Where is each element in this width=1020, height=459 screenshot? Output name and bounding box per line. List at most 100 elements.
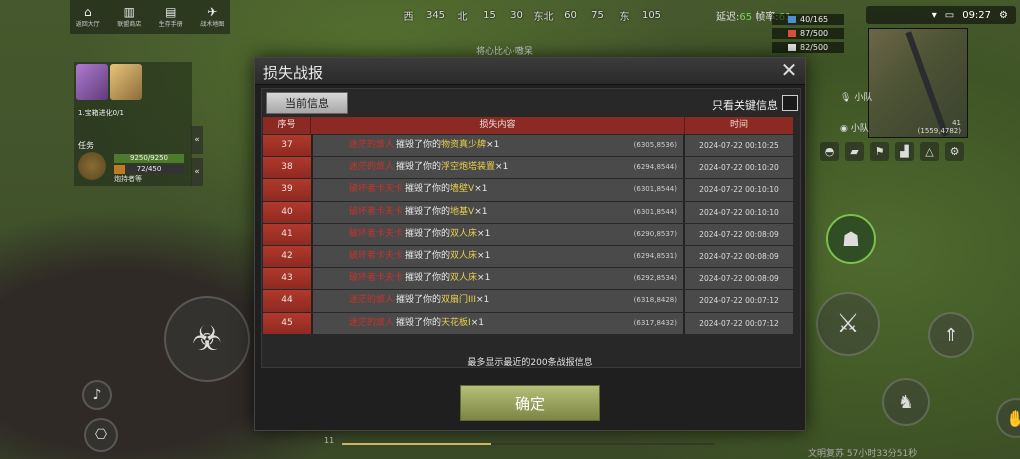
table-row: 42 破坏者卡夫卡 摧毁了你的 双人床 ×1 (6294,8531) 2024-… bbox=[263, 245, 793, 268]
item-name: 双人床 bbox=[450, 273, 478, 284]
jump-button[interactable]: ⇑ bbox=[928, 312, 974, 358]
row-number: 45 bbox=[263, 312, 311, 334]
row-coordinates[interactable]: (6318,8428) bbox=[634, 290, 677, 311]
bandage-icon[interactable]: ▰ bbox=[845, 142, 864, 161]
row-content: 破坏者卡夫卡 摧毁了你的 双人床 ×1 (6294,8531) bbox=[311, 245, 683, 268]
row-number: 38 bbox=[263, 157, 311, 179]
quick-icons-row: ◓ ▰ ⚑ ▟ △ ⚙ bbox=[820, 142, 970, 161]
item-name: 物资真少牌 bbox=[441, 140, 487, 151]
attacker-name[interactable]: 破坏者卡夫卡 bbox=[349, 202, 403, 223]
attacker-name[interactable]: 破坏者卡夫卡 bbox=[349, 224, 403, 245]
collapse-arrow-icon-2[interactable]: « bbox=[191, 158, 203, 186]
close-icon[interactable]: ✕ bbox=[779, 60, 799, 81]
manual-button[interactable]: ▤ 生存手册 bbox=[153, 0, 189, 34]
item-count: ×1 bbox=[470, 317, 484, 328]
key-only-filter[interactable]: 只看关键信息 bbox=[640, 89, 800, 115]
row-coordinates[interactable]: (6305,8536) bbox=[634, 135, 677, 156]
jump-icon: ⇑ bbox=[943, 324, 959, 346]
collapse-arrow-icon[interactable]: « bbox=[191, 126, 203, 154]
row-coordinates[interactable]: (6290,8537) bbox=[634, 224, 677, 245]
table-row: 41 破坏者卡夫卡 摧毁了你的 双人床 ×1 (6290,8537) 2024-… bbox=[263, 223, 793, 245]
column-header-content: 损失内容 bbox=[311, 117, 685, 134]
task-label: 任务 bbox=[78, 141, 94, 150]
teammate-avatar[interactable] bbox=[110, 64, 142, 100]
row-verb: 摧毁了你的 bbox=[405, 206, 451, 217]
row-verb: 摧毁了你的 bbox=[405, 228, 451, 239]
task-title: 1.宝箱进化0/1 bbox=[78, 109, 124, 117]
item-count: ×1 bbox=[474, 206, 488, 217]
home-button[interactable]: ⌂ 返回大厅 bbox=[70, 0, 106, 34]
row-coordinates[interactable]: (6301,8544) bbox=[634, 202, 677, 223]
gear-icon[interactable]: ⚙ bbox=[945, 142, 964, 161]
whistle-button[interactable]: ♪ bbox=[82, 380, 112, 410]
row-coordinates[interactable]: (6317,8432) bbox=[634, 313, 677, 334]
compass-bar: 西 345 北 15 30 东北 60 75 东 105 bbox=[403, 9, 662, 23]
attacker-name[interactable]: 迷茫的旅人 bbox=[349, 157, 394, 178]
row-time: 2024-07-22 00:10:20 bbox=[683, 157, 793, 179]
mask-icon[interactable]: ◓ bbox=[820, 142, 839, 161]
team-icon: ◉ bbox=[840, 124, 848, 134]
map-scroll-button[interactable]: ⎔ bbox=[84, 418, 118, 452]
warning-icon[interactable]: △ bbox=[920, 142, 939, 161]
settings-icon[interactable]: ⚙ bbox=[999, 10, 1008, 21]
crawl-button[interactable]: ☗ bbox=[826, 214, 876, 264]
building-icon[interactable]: ▟ bbox=[895, 142, 914, 161]
task-subtitle: 炮持者等 bbox=[114, 175, 142, 183]
item-count: ×1 bbox=[477, 228, 491, 239]
table-body[interactable]: 37 迷茫的旅人 摧毁了你的 物资真少牌 ×1 (6305,8536) 2024… bbox=[263, 135, 793, 337]
confirm-button[interactable]: 确定 bbox=[460, 385, 600, 421]
level-text: 11 bbox=[324, 436, 335, 445]
row-verb: 摧毁了你的 bbox=[405, 273, 451, 284]
row-coordinates[interactable]: (6292,8534) bbox=[634, 268, 677, 289]
crouch-icon: ♞ bbox=[897, 391, 915, 413]
attacker-name[interactable]: 破坏者卡夫卡 bbox=[349, 179, 403, 200]
attacker-name[interactable]: 破坏者卡夫卡 bbox=[349, 268, 403, 289]
shop-button[interactable]: ▥ 联盟商店 bbox=[112, 0, 148, 34]
key-only-checkbox[interactable] bbox=[782, 95, 798, 111]
row-time: 2024-07-22 00:10:25 bbox=[683, 135, 793, 157]
home-icon: ⌂ bbox=[83, 5, 92, 19]
item-name: 天花板I bbox=[441, 317, 471, 328]
top-hud-bar: ⌂ 返回大厅 ▥ 联盟商店 ▤ 生存手册 ✈ 战术地图 bbox=[70, 0, 230, 34]
row-time: 2024-07-22 00:08:09 bbox=[683, 268, 793, 290]
attacker-name[interactable]: 迷茫的旅人 bbox=[349, 313, 394, 334]
row-content: 破坏者卡夫卡 摧毁了你的 墙壁V ×1 (6301,8544) bbox=[311, 179, 683, 201]
biohazard-joystick[interactable]: ☣ bbox=[164, 296, 250, 382]
row-number: 42 bbox=[263, 245, 311, 268]
row-content: 破坏者卡夫卡 摧毁了你的 双人床 ×1 (6290,8537) bbox=[311, 223, 683, 245]
team-button[interactable]: ◉ 小队 bbox=[840, 121, 872, 134]
item-count: ×1 bbox=[486, 140, 500, 151]
attacker-name[interactable]: 破坏者卡夫卡 bbox=[349, 246, 403, 267]
task-icon[interactable] bbox=[78, 152, 106, 180]
attack-button[interactable]: ⚔ bbox=[816, 292, 880, 356]
flag-icon[interactable]: ⚑ bbox=[870, 142, 889, 161]
attacker-name[interactable]: 迷茫的旅人 bbox=[349, 290, 394, 311]
tab-current-info[interactable]: 当前信息 bbox=[266, 92, 348, 114]
item-count: ×1 bbox=[495, 162, 509, 173]
player-avatar[interactable] bbox=[76, 64, 108, 100]
row-content: 破坏者卡夫卡 摧毁了你的 双人床 ×1 (6292,8534) bbox=[311, 268, 683, 290]
table-row: 45 迷茫的旅人 摧毁了你的 天花板I ×1 (6317,8432) 2024-… bbox=[263, 312, 793, 334]
row-time: 2024-07-22 00:08:09 bbox=[683, 245, 793, 268]
shop-icon: ▥ bbox=[123, 5, 135, 19]
minimap[interactable]: 41 (1559,4782) bbox=[868, 28, 968, 138]
voice-button[interactable]: 🎙 小队 bbox=[840, 90, 872, 103]
row-content: 迷茫的旅人 摧毁了你的 双扇门III ×1 (6318,8428) bbox=[311, 290, 683, 312]
row-coordinates[interactable]: (6294,8544) bbox=[634, 157, 677, 178]
map-icon: ✈ bbox=[207, 5, 218, 19]
attacker-name[interactable]: 迷茫的旅人 bbox=[349, 135, 394, 156]
row-time: 2024-07-22 00:08:09 bbox=[683, 223, 793, 245]
energy-bar: 82/500 bbox=[772, 42, 844, 53]
row-number: 41 bbox=[263, 223, 311, 245]
crouch-button[interactable]: ♞ bbox=[882, 378, 930, 426]
item-count: ×1 bbox=[477, 273, 491, 284]
map-button[interactable]: ✈ 战术地图 bbox=[195, 0, 231, 34]
row-coordinates[interactable]: (6294,8531) bbox=[634, 246, 677, 267]
knife-icon: ⚔ bbox=[836, 309, 860, 339]
microphone-icon: 🎙 bbox=[840, 93, 852, 103]
dialog-header: 损失战报 ✕ bbox=[255, 58, 805, 85]
row-coordinates[interactable]: (6301,8544) bbox=[634, 179, 677, 200]
xp-progress bbox=[342, 443, 714, 445]
loss-report-dialog: 损失战报 ✕ 当前信息 只看关键信息 序号 损失内容 时间 37 迷茫的旅人 摧… bbox=[254, 57, 806, 431]
wifi-icon: ▾ bbox=[931, 9, 937, 21]
